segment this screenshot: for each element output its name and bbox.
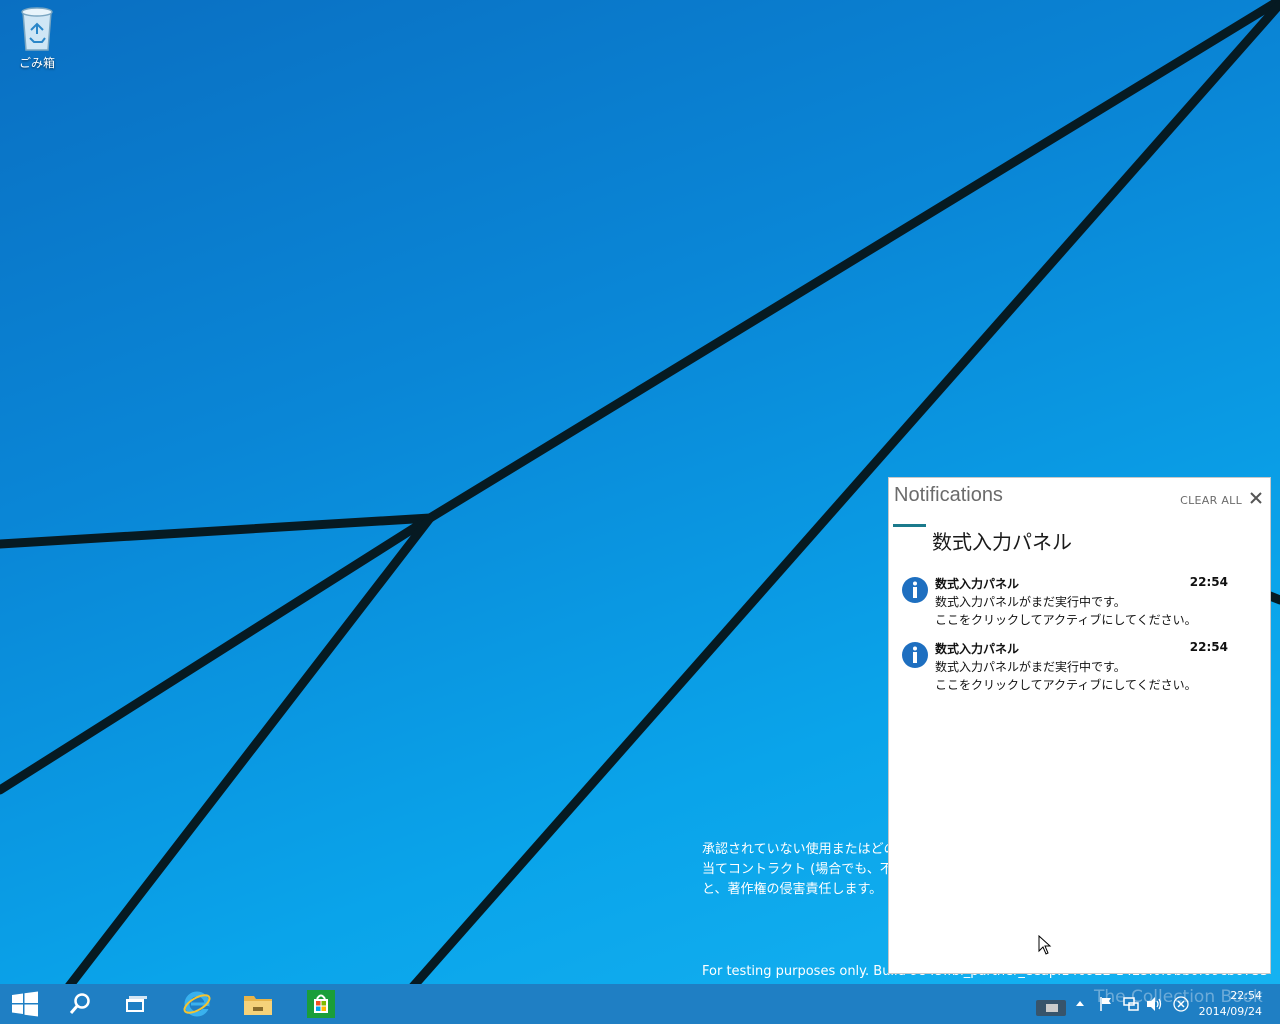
notification-message: ここをクリックしてアクティブにしてください。	[935, 613, 1197, 627]
action-center-flag-icon[interactable]	[1099, 996, 1113, 1012]
search-button[interactable]	[55, 984, 105, 1024]
internet-explorer-icon	[183, 991, 211, 1017]
notification-message: 数式入力パネルがまだ実行中です。	[935, 660, 1126, 674]
task-view-button[interactable]	[111, 984, 161, 1024]
group-accent-bar	[893, 524, 926, 527]
show-hidden-icons-icon[interactable]	[1075, 996, 1085, 1010]
notification-item[interactable]: 数式入力パネル 22:54 数式入力パネルがまだ実行中です。 ここをクリックして…	[901, 575, 1236, 631]
notification-item[interactable]: 数式入力パネル 22:54 数式入力パネルがまだ実行中です。 ここをクリックして…	[901, 640, 1236, 696]
store-button[interactable]	[296, 984, 346, 1024]
start-icon	[12, 991, 38, 1017]
recycle-bin-label: ごみ箱	[18, 56, 55, 70]
notification-group-title[interactable]: 数式入力パネル	[932, 526, 1072, 555]
internet-explorer-button[interactable]	[172, 984, 222, 1024]
taskbar: The Collection Book 22:54 2014/09/24	[0, 984, 1280, 1024]
notification-time: 22:54	[1189, 640, 1228, 654]
touch-keyboard-tray-icon[interactable]	[1030, 990, 1078, 1020]
notification-app-name: 数式入力パネル	[935, 642, 1020, 656]
recycle-bin[interactable]: ごみ箱	[8, 6, 66, 71]
recycle-bin-icon	[21, 7, 53, 51]
search-icon	[69, 993, 90, 1014]
clear-all-button[interactable]: CLEAR ALL	[1180, 494, 1242, 507]
taskbar-clock[interactable]: 22:54 2014/09/24	[1199, 988, 1262, 1020]
mouse-cursor-icon	[1038, 935, 1052, 955]
volume-icon[interactable]	[1146, 996, 1164, 1012]
notifications-panel: Notifications CLEAR ALL 数式入力パネル 数式入力パネル …	[888, 477, 1271, 974]
close-icon[interactable]	[1248, 490, 1264, 506]
notification-app-name: 数式入力パネル	[935, 577, 1020, 591]
clock-date: 2014/09/24	[1198, 1005, 1262, 1018]
task-view-icon	[126, 996, 147, 1012]
clock-time: 22:54	[1230, 989, 1262, 1002]
notification-message: ここをクリックしてアクティブにしてください。	[935, 678, 1197, 692]
notifications-title: Notifications	[894, 484, 1003, 506]
notification-time: 22:54	[1189, 575, 1228, 589]
store-icon	[307, 990, 335, 1018]
notification-message: 数式入力パネルがまだ実行中です。	[935, 595, 1126, 609]
desktop: ごみ箱 承認されていない使用またはどの 当てコントラクト (場合でも、不定 と、…	[0, 0, 1280, 1024]
info-icon	[902, 642, 928, 668]
info-icon	[902, 577, 928, 603]
file-explorer-icon	[244, 996, 272, 1015]
start-button[interactable]	[0, 984, 50, 1024]
status-x-icon[interactable]	[1173, 996, 1189, 1012]
file-explorer-button[interactable]	[233, 984, 283, 1024]
network-icon[interactable]	[1123, 996, 1139, 1012]
